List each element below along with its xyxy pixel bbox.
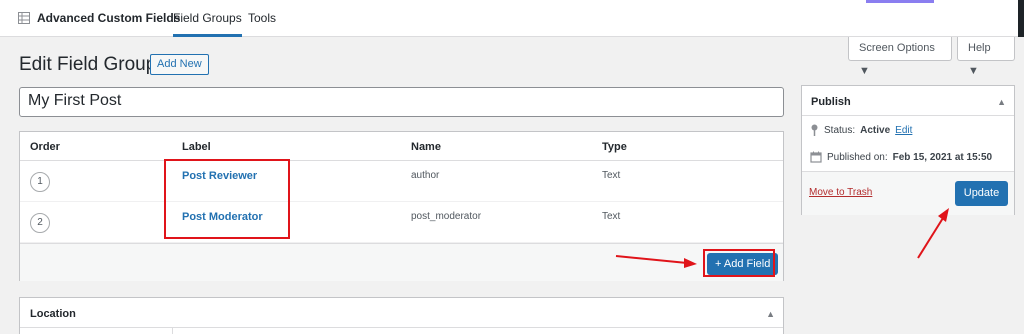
divider bbox=[20, 327, 783, 328]
highlight-box bbox=[703, 249, 775, 277]
status-edit-link[interactable]: Edit bbox=[895, 125, 912, 136]
update-button[interactable]: Update bbox=[955, 181, 1008, 206]
tab-tools[interactable]: Tools bbox=[248, 0, 276, 37]
divider bbox=[172, 328, 173, 334]
field-type: Text bbox=[602, 170, 621, 181]
top-edge bbox=[1018, 0, 1024, 37]
column-header-label: Label bbox=[182, 141, 211, 153]
location-title: Location bbox=[30, 308, 76, 320]
screen-options-button[interactable]: Screen Options ▼ bbox=[848, 37, 952, 77]
published-label: Published on: bbox=[827, 151, 888, 163]
status-label: Status: bbox=[824, 124, 856, 136]
divider bbox=[802, 115, 1014, 116]
pin-icon bbox=[811, 124, 818, 136]
calendar-icon bbox=[810, 151, 822, 163]
fields-table: Order Label Name Type 1 Post Reviewer au… bbox=[19, 131, 784, 281]
table-row[interactable]: 2 Post Moderator post_moderator Text bbox=[20, 202, 783, 243]
published-line: Published on: Feb 15, 2021 at 15:50 bbox=[810, 151, 992, 163]
table-header: Order Label Name Type bbox=[20, 132, 783, 161]
arrow-line bbox=[917, 217, 944, 259]
highlight-box bbox=[164, 159, 290, 239]
field-name: author bbox=[411, 170, 440, 181]
publish-title: Publish bbox=[811, 96, 851, 108]
move-to-trash-link[interactable]: Move to Trash bbox=[809, 187, 872, 198]
table-row[interactable]: 1 Post Reviewer author Text bbox=[20, 161, 783, 202]
page-title: Edit Field Group bbox=[19, 54, 157, 75]
published-value: Feb 15, 2021 at 15:50 bbox=[892, 151, 993, 163]
brand-label: Advanced Custom Fields bbox=[37, 11, 181, 25]
field-type: Text bbox=[602, 211, 621, 222]
post-title-input[interactable]: My First Post bbox=[19, 87, 784, 117]
order-number[interactable]: 2 bbox=[30, 213, 50, 233]
column-header-type: Type bbox=[602, 141, 627, 153]
status-value: Active bbox=[860, 124, 891, 136]
collapse-toggle-icon[interactable]: ▲ bbox=[766, 309, 775, 319]
status-line: Status: Active Edit bbox=[810, 124, 912, 136]
publish-actions: Move to Trash Update bbox=[802, 171, 1014, 215]
grid-icon bbox=[18, 12, 30, 24]
tab-field-groups[interactable]: Field Groups bbox=[173, 0, 242, 37]
brand: Advanced Custom Fields bbox=[18, 11, 180, 25]
collapse-toggle-icon[interactable]: ▲ bbox=[997, 97, 1006, 107]
column-header-name: Name bbox=[411, 141, 441, 153]
publish-box: Publish ▲ Status: Active Edit Published … bbox=[801, 85, 1015, 215]
add-new-button[interactable]: Add New bbox=[150, 54, 209, 75]
top-bar: Advanced Custom Fields Field Groups Tool… bbox=[0, 0, 1024, 37]
order-number[interactable]: 1 bbox=[30, 172, 50, 192]
location-box: Location ▲ bbox=[19, 297, 784, 334]
column-header-order: Order bbox=[30, 141, 60, 153]
top-accent bbox=[866, 0, 934, 3]
field-name: post_moderator bbox=[411, 211, 482, 222]
help-button[interactable]: Help ▼ bbox=[957, 37, 1015, 77]
table-footer: + Add Field bbox=[20, 243, 783, 281]
